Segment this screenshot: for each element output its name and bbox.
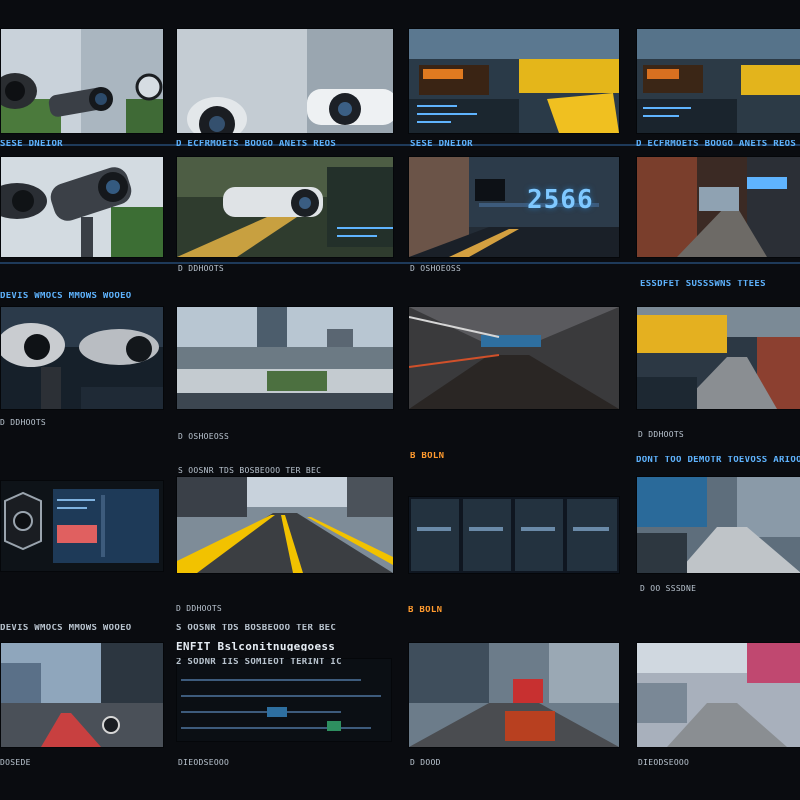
camera-feed-tile[interactable] <box>408 496 620 574</box>
camera-feed-tile[interactable] <box>176 156 394 258</box>
camera-feed-tile[interactable] <box>0 306 164 410</box>
caption-text: DOSEDE <box>0 758 31 767</box>
caption-text: DEVIS WMOCS MMOWS WOOEO <box>0 292 132 301</box>
camera-feed-tile[interactable]: 2566 <box>408 156 620 258</box>
camera-feed-tile[interactable] <box>176 28 394 134</box>
train-station-image <box>637 29 800 133</box>
tunnel-camera-image <box>409 307 619 409</box>
roadway-camera-image <box>1 643 163 747</box>
caption-text: D OSHOEOSS <box>410 264 462 273</box>
camera-feed-tile[interactable] <box>0 156 164 258</box>
panel-title: ENFIT Bslconitnugegoess <box>176 642 336 651</box>
caption-text: S OOSNR TDS BOSBEOOO TER BEC <box>178 466 322 475</box>
data-readout-panel <box>177 659 391 741</box>
security-camera-image <box>1 307 163 409</box>
cctv-video-wall: SESE DNEIOR D ECFRMOETS BOOGO ANETS REOS… <box>0 0 800 800</box>
camera-feed-tile[interactable] <box>0 480 164 572</box>
rail-yard-camera-image <box>177 157 393 257</box>
caption-text: ESSDFET SUSSSWNS TTEES <box>640 280 766 289</box>
caption-text: 2 SODNR IIS SOMIEOT TERINT IC <box>176 658 342 667</box>
security-camera-image <box>1 157 163 257</box>
caption-text: D OO SSSDNE <box>640 584 697 593</box>
caption-text: D DDHOOTS <box>176 604 223 613</box>
camera-feed-tile[interactable] <box>636 476 800 574</box>
roadway-camera-image <box>177 477 393 573</box>
caption-text: B BOLN <box>408 606 443 615</box>
security-camera-image <box>177 29 393 133</box>
street-camera-image <box>637 157 800 257</box>
caption-text: B BOLN <box>410 452 445 461</box>
station-concourse-image <box>637 643 800 747</box>
camera-feed-tile[interactable] <box>636 156 800 258</box>
station-concourse-image <box>409 643 619 747</box>
camera-feed-tile[interactable] <box>408 28 620 134</box>
city-skyline-image <box>177 307 393 409</box>
camera-feed-tile[interactable] <box>0 28 164 134</box>
camera-feed-tile[interactable] <box>408 306 620 410</box>
caption-text: D DDHOOTS <box>638 430 685 439</box>
camera-feed-tile[interactable] <box>176 658 392 742</box>
station-platform-image <box>637 307 800 409</box>
caption-text: D OSHOEOSS <box>178 432 230 441</box>
caption-text: DEVIS WMOCS MMOWS WOOEO <box>0 624 132 633</box>
caption-text: SESE DNEIOR <box>410 140 473 149</box>
camera-feed-tile[interactable] <box>0 642 164 748</box>
dashboard-panel-image <box>1 481 163 571</box>
camera-feed-tile[interactable] <box>636 642 800 748</box>
caption-text: D DDHOOTS <box>0 418 47 427</box>
caption-text: D ECFRMOETS BOOGO ANETS REOS <box>176 140 337 149</box>
caption-text: S OOSNR TDS BOSBEOOO TER BEC <box>176 624 337 633</box>
caption-text: SESE DNEIOR <box>0 140 63 149</box>
camera-id-overlay: 2566 <box>527 185 594 215</box>
camera-feed-tile[interactable] <box>176 476 394 574</box>
caption-text: DONT TOO DEMOTR TOEVOSS ARIOO <box>636 456 800 465</box>
train-station-image <box>409 29 619 133</box>
caption-text: DIEODSEOOO <box>638 758 690 767</box>
monitor-grid-image <box>409 497 619 573</box>
security-camera-image <box>1 29 163 133</box>
divider <box>0 262 800 264</box>
camera-feed-tile[interactable] <box>636 306 800 410</box>
caption-text: D DOOD <box>410 758 441 767</box>
caption-text: DIEODSEOOO <box>178 758 230 767</box>
station-platform-image <box>637 477 800 573</box>
caption-text: D ECFRMOETS BOOGO ANETS REOS <box>636 140 797 149</box>
caption-text: D DDHOOTS <box>178 264 225 273</box>
camera-feed-tile[interactable] <box>176 306 394 410</box>
camera-feed-tile[interactable] <box>636 28 800 134</box>
camera-feed-tile[interactable] <box>408 642 620 748</box>
